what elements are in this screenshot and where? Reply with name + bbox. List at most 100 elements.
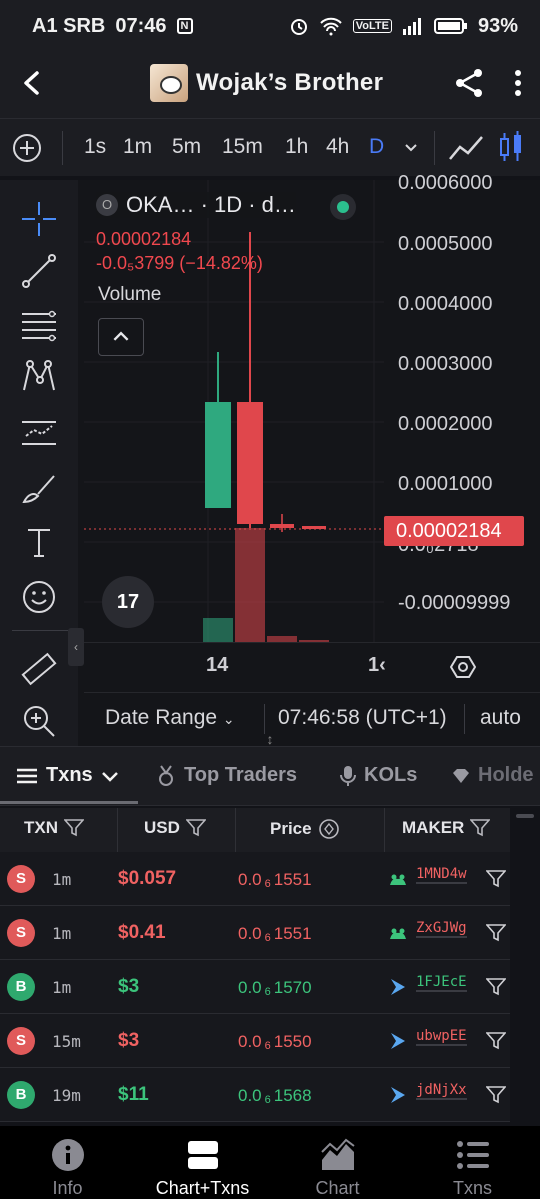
- x-tick: 1‹: [368, 654, 386, 676]
- candle-chart-type-icon[interactable]: [497, 129, 525, 165]
- timeframe-d[interactable]: D: [369, 135, 384, 159]
- crosshair-icon[interactable]: [20, 200, 58, 238]
- filter-icon[interactable]: [486, 869, 506, 889]
- frog-icon: [390, 928, 406, 939]
- wifi-icon: [320, 17, 342, 36]
- forecast-icon[interactable]: [20, 414, 58, 452]
- maker-address[interactable]: jdNjXx: [416, 1082, 467, 1100]
- brush-icon[interactable]: [20, 470, 58, 508]
- tab-top-traders[interactable]: Top Traders: [156, 764, 297, 787]
- txn-usd: $3: [118, 976, 140, 997]
- tab-label: KOLs: [364, 764, 418, 786]
- timeframe-1h[interactable]: 1h: [285, 135, 308, 159]
- text-tool-icon[interactable]: [20, 524, 58, 562]
- nav-txns[interactable]: Txns: [405, 1126, 540, 1199]
- trend-line-icon[interactable]: [20, 252, 58, 290]
- active-tab-indicator: [0, 801, 138, 804]
- maker-address[interactable]: ubwpEE: [416, 1028, 467, 1046]
- filter-icon[interactable]: [470, 819, 491, 837]
- column-maker[interactable]: MAKER: [402, 818, 491, 838]
- timeframe-5m[interactable]: 5m: [172, 135, 201, 159]
- column-txn[interactable]: TXN: [24, 818, 84, 838]
- sort-toggle-icon[interactable]: [318, 818, 340, 840]
- txn-price: 0.0 6 1551: [238, 870, 312, 890]
- filter-icon[interactable]: [486, 977, 506, 997]
- txn-age: 19m: [52, 1086, 81, 1105]
- filter-icon[interactable]: [486, 923, 506, 943]
- chart-legend[interactable]: O OKA… · 1D · d…: [96, 192, 296, 218]
- divider: [464, 704, 465, 734]
- battery-level: 93%: [477, 14, 518, 37]
- txn-age: 1m: [52, 924, 72, 943]
- collapse-toolbar-button[interactable]: ‹: [68, 628, 84, 666]
- pattern-icon[interactable]: [20, 358, 58, 396]
- timeframe-4h[interactable]: 4h: [326, 135, 349, 159]
- filter-icon[interactable]: [185, 819, 206, 837]
- nav-label: Txns: [452, 1178, 492, 1198]
- ruler-icon[interactable]: [20, 650, 58, 688]
- share-icon[interactable]: [452, 66, 486, 100]
- txn-usd: $0.057: [118, 868, 177, 889]
- column-label: TXN: [24, 818, 58, 837]
- maker-address[interactable]: 1FJEcE: [416, 974, 467, 992]
- txn-price: 0.0 6 1570: [238, 978, 312, 998]
- nav-chart[interactable]: Chart: [270, 1126, 405, 1199]
- candle-body-up: [205, 402, 231, 508]
- back-arrow-icon[interactable]: [16, 66, 50, 100]
- column-price[interactable]: Price: [270, 818, 340, 840]
- tradingview-logo[interactable]: 17: [102, 576, 154, 628]
- resize-handle-icon[interactable]: ↕: [262, 731, 278, 761]
- timeframe-15m[interactable]: 15m: [222, 135, 263, 159]
- microphone-icon: [340, 765, 356, 786]
- volte-badge: VoLTE: [352, 19, 392, 33]
- table-scrollbar[interactable]: [512, 808, 540, 1126]
- timeframe-1s[interactable]: 1s: [84, 135, 106, 159]
- volume-bar: [203, 618, 233, 642]
- legend-price: 0.00002184: [96, 229, 192, 249]
- txn-usd: $3: [118, 1030, 140, 1051]
- timeframe-1m[interactable]: 1m: [123, 135, 152, 159]
- filter-icon[interactable]: [486, 1085, 506, 1105]
- timeframe-bar: 1s 1m 5m 15m 1h 4h D: [0, 118, 540, 176]
- bot-icon: [391, 979, 405, 995]
- nav-info[interactable]: Info: [0, 1126, 135, 1199]
- tab-holders[interactable]: Holde: [452, 764, 534, 787]
- nav-chart-txns[interactable]: Chart+Txns: [135, 1126, 270, 1199]
- fib-lines-icon[interactable]: [20, 306, 58, 344]
- date-range-button[interactable]: Date Range ⌄: [105, 706, 235, 730]
- legend-collapse-button[interactable]: [98, 318, 144, 356]
- token-avatar: [150, 64, 188, 102]
- filter-icon[interactable]: [64, 819, 84, 837]
- divider: [62, 131, 63, 165]
- legend-change: -0.0₅3799 (−14.82%): [96, 253, 263, 273]
- filter-icon[interactable]: [486, 1031, 506, 1051]
- line-chart-type-icon[interactable]: [448, 133, 484, 163]
- emoji-icon[interactable]: [20, 578, 58, 616]
- buy-badge: B: [7, 973, 35, 1001]
- list-icon: [17, 768, 37, 783]
- settings-hex-icon[interactable]: [450, 654, 476, 680]
- txn-age: 1m: [52, 870, 72, 889]
- timezone-button[interactable]: 07:46:58 (UTC+1): [278, 706, 447, 730]
- current-price-tag: 0.00002184: [384, 516, 524, 546]
- chevron-down-icon[interactable]: [402, 139, 420, 157]
- y-tick: 0.0005000: [398, 233, 493, 255]
- scrollbar-thumb[interactable]: [516, 814, 534, 818]
- y-tick: 0.0003000: [398, 353, 493, 375]
- maker-address[interactable]: 1MND4w: [416, 866, 467, 884]
- add-indicator-icon[interactable]: [12, 133, 42, 163]
- divider: [384, 808, 385, 852]
- zoom-in-icon[interactable]: [20, 702, 58, 740]
- tab-kols[interactable]: KOLs: [340, 764, 417, 787]
- carrier: A1 SRB: [32, 14, 106, 37]
- auto-scale-button[interactable]: auto: [480, 706, 521, 730]
- txn-price: 0.0 6 1550: [238, 1032, 312, 1052]
- candle-body-down: [237, 402, 263, 524]
- battery-icon: [433, 18, 467, 34]
- maker-address[interactable]: ZxGJWg: [416, 920, 467, 938]
- tab-txns[interactable]: Txns: [16, 764, 119, 787]
- toolbar-divider: [12, 630, 68, 631]
- more-menu-icon[interactable]: [508, 66, 528, 100]
- column-usd[interactable]: USD: [144, 818, 206, 838]
- y-tick: 0.0004000: [398, 293, 493, 315]
